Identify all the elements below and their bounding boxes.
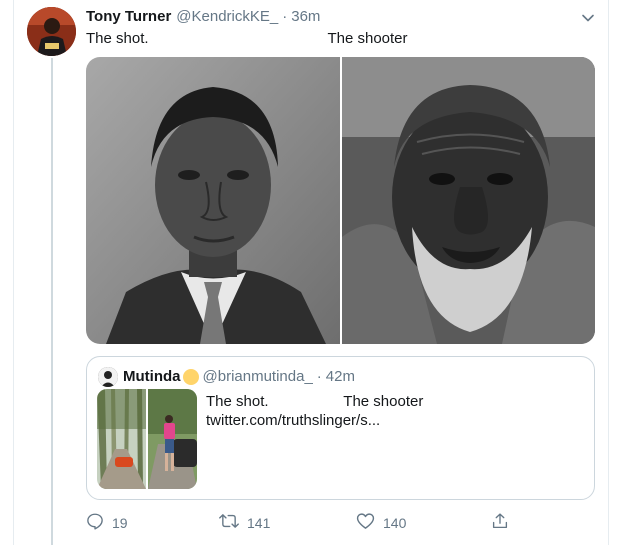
retweet-count: 141: [247, 514, 271, 531]
tweet-text: The shot. The shooter: [86, 30, 408, 47]
retweet-button[interactable]: 141: [219, 512, 270, 533]
retweet-icon: [219, 512, 247, 533]
more-options-chevron-down-icon[interactable]: [578, 8, 598, 28]
tweet-media-grid: [86, 57, 595, 344]
header-separator: ·: [282, 8, 288, 25]
timeline-border-right: [608, 0, 609, 545]
quoted-tweet-text: The shot. The shooter twitter.com/truths…: [206, 393, 424, 429]
author-display-name[interactable]: Tony Turner: [86, 8, 171, 25]
reply-count: 19: [112, 514, 128, 531]
reply-icon: [86, 512, 112, 533]
timeline-border-left: [13, 0, 14, 545]
verified-badge-icon: [182, 368, 199, 385]
share-icon: [491, 512, 517, 533]
like-count: 140: [383, 514, 407, 531]
author-avatar[interactable]: [27, 7, 76, 56]
tweet-header: Tony Turner @KendrickKE_ · 36m: [86, 8, 320, 28]
media-photo-left[interactable]: [86, 57, 340, 344]
thread-line: [51, 58, 53, 545]
quoted-display-name: Mutinda: [123, 368, 181, 385]
author-handle[interactable]: @KendrickKE_: [176, 8, 278, 25]
quoted-photo-woman-with-car: [148, 389, 197, 489]
media-photo-right[interactable]: [341, 57, 596, 344]
quoted-handle: @brianmutinda_: [202, 368, 313, 385]
reply-button[interactable]: 19: [86, 512, 128, 533]
quoted-media-grid: [97, 389, 197, 489]
quoted-timestamp: 42m: [325, 368, 355, 385]
heart-icon: [356, 512, 383, 533]
like-button[interactable]: 140: [356, 512, 406, 533]
share-button[interactable]: [491, 512, 517, 533]
tweet-actions: 19 141 140: [86, 512, 596, 536]
tweet-timestamp[interactable]: 36m: [291, 8, 320, 25]
quoted-author-avatar: [98, 367, 118, 387]
quoted-separator: ·: [316, 368, 322, 385]
quoted-photo-forest-road: [97, 389, 146, 489]
quoted-tweet-header: Mutinda @brianmutinda_ · 42m: [123, 368, 355, 385]
quoted-tweet[interactable]: Mutinda @brianmutinda_ · 42m The shot. T…: [86, 356, 595, 500]
